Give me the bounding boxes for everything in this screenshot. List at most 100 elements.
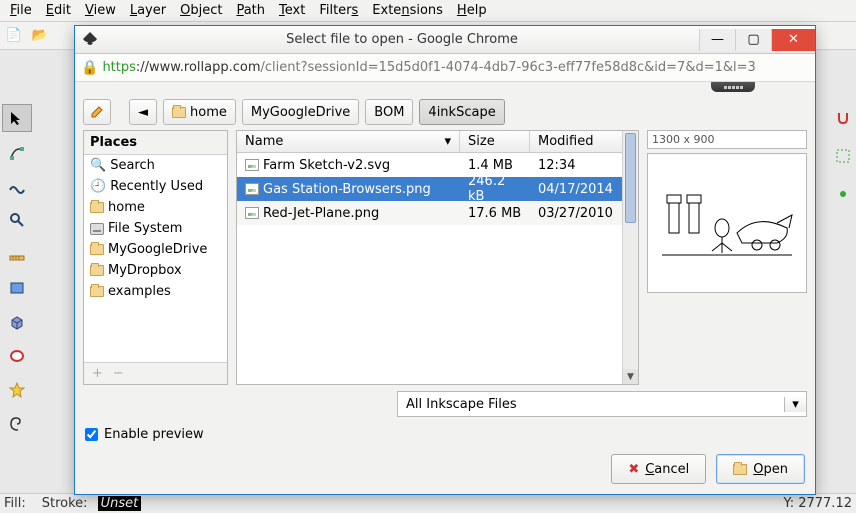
enable-preview-label: Enable preview bbox=[104, 427, 204, 442]
folder-icon bbox=[90, 244, 104, 255]
place-examples[interactable]: examples bbox=[84, 281, 227, 302]
path-toolbar: ◄ home MyGoogleDrive BOM 4inkScape bbox=[75, 94, 815, 130]
open-button[interactable]: OOpenpen bbox=[716, 454, 805, 484]
place-filesystem[interactable]: File System bbox=[84, 218, 227, 239]
menu-layer[interactable]: Layer bbox=[124, 1, 172, 20]
stroke-value: Unset bbox=[98, 496, 142, 511]
file-row[interactable]: Farm Sketch-v2.svg 1.4 MB 12:34 bbox=[237, 153, 622, 177]
titlebar[interactable]: Select file to open - Google Chrome — ▢ … bbox=[75, 26, 815, 54]
add-bookmark-icon[interactable]: + bbox=[92, 366, 103, 381]
coord-label: Y: 2777.12 bbox=[784, 496, 853, 511]
enable-preview-checkbox[interactable] bbox=[85, 428, 98, 441]
toolbox bbox=[0, 100, 36, 442]
disk-icon bbox=[90, 223, 104, 235]
image-icon bbox=[245, 183, 259, 195]
path-back-button[interactable]: ◄ bbox=[129, 99, 157, 125]
tool-node[interactable] bbox=[2, 138, 32, 166]
fill-label: Fill: bbox=[4, 496, 26, 511]
preview-panel: 1300 x 900 bbox=[647, 130, 807, 385]
tool-zoom[interactable] bbox=[2, 206, 32, 234]
file-list-header[interactable]: Name ▾ Size Modified bbox=[237, 131, 622, 153]
sort-indicator-icon: ▾ bbox=[444, 134, 451, 149]
file-list: Name ▾ Size Modified Farm Sketch-v2.svg 1… bbox=[236, 130, 639, 385]
file-row[interactable]: Red-Jet-Plane.png 17.6 MB 03/27/2010 bbox=[237, 201, 622, 225]
dialog-title: Select file to open - Google Chrome bbox=[105, 32, 699, 47]
folder-icon bbox=[90, 265, 104, 276]
path-home-button[interactable]: home bbox=[163, 99, 236, 125]
chevron-down-icon[interactable]: ▾ bbox=[784, 397, 806, 412]
address-bar[interactable]: 🔒 https://www.rollapp.com/client?session… bbox=[75, 54, 815, 82]
stroke-label: Stroke: bbox=[42, 496, 88, 511]
edit-path-icon[interactable] bbox=[83, 99, 111, 125]
places-footer: + − bbox=[84, 362, 227, 384]
tool-star[interactable] bbox=[2, 376, 32, 404]
tool-spiral[interactable] bbox=[2, 410, 32, 438]
folder-icon bbox=[90, 202, 104, 213]
tool-selector[interactable] bbox=[2, 104, 32, 132]
folder-icon bbox=[90, 286, 104, 297]
image-icon bbox=[245, 159, 259, 171]
lock-icon: 🔒 bbox=[81, 60, 98, 76]
place-recent[interactable]: 🕘Recently Used bbox=[84, 176, 227, 197]
snap-toolbar bbox=[826, 100, 856, 212]
column-size[interactable]: Size bbox=[460, 131, 530, 152]
place-search[interactable]: 🔍Search bbox=[84, 155, 227, 176]
url-text: https://www.rollapp.com/client?sessionId… bbox=[102, 60, 755, 75]
tool-tweak[interactable] bbox=[2, 172, 32, 200]
places-header: Places bbox=[84, 131, 227, 155]
file-open-dialog: Select file to open - Google Chrome — ▢ … bbox=[74, 25, 816, 495]
menu-text[interactable]: Text bbox=[273, 1, 311, 20]
app-menubar: FFileile Edit View Layer Object Path Tex… bbox=[0, 0, 856, 22]
menu-view[interactable]: View bbox=[79, 1, 122, 20]
open-doc-icon[interactable]: 📂 bbox=[30, 26, 50, 46]
minimize-button[interactable]: — bbox=[699, 29, 735, 51]
tool-measure[interactable] bbox=[2, 240, 32, 268]
dialog-buttons: ✖ CCancelancel OOpenpen bbox=[75, 446, 815, 494]
menu-filters[interactable]: Filters bbox=[313, 1, 364, 20]
filter-text: All Inkscape Files bbox=[398, 397, 784, 412]
place-mydropbox[interactable]: MyDropbox bbox=[84, 260, 227, 281]
status-bar: Fill: Stroke: Unset Y: 2777.12 bbox=[0, 493, 856, 513]
search-icon: 🔍 bbox=[90, 158, 106, 173]
path-crumb-4inkscape[interactable]: 4inkScape bbox=[419, 99, 504, 125]
path-crumb-bom[interactable]: BOM bbox=[365, 99, 413, 125]
tool-3dbox[interactable] bbox=[2, 308, 32, 336]
remove-bookmark-icon[interactable]: − bbox=[113, 366, 124, 381]
snap-node-icon[interactable] bbox=[828, 180, 856, 208]
new-doc-icon[interactable]: 📄 bbox=[4, 26, 24, 46]
column-name[interactable]: Name bbox=[245, 134, 283, 149]
place-home[interactable]: home bbox=[84, 197, 227, 218]
scroll-down-icon[interactable]: ▼ bbox=[623, 369, 638, 384]
place-mygoogledrive[interactable]: MyGoogleDrive bbox=[84, 239, 227, 260]
preview-toggle-row: Enable preview bbox=[75, 423, 815, 446]
dialog-body: Places 🔍Search 🕘Recently Used home File … bbox=[75, 130, 815, 385]
window-buttons: — ▢ ✕ bbox=[699, 29, 815, 51]
preview-dimensions: 1300 x 900 bbox=[647, 130, 807, 149]
cancel-icon: ✖ bbox=[628, 462, 639, 477]
tool-ellipse[interactable] bbox=[2, 342, 32, 370]
preview-thumbnail bbox=[647, 153, 807, 293]
menu-file[interactable]: FFileile bbox=[4, 1, 38, 20]
scroll-thumb[interactable] bbox=[625, 133, 636, 223]
maximize-button[interactable]: ▢ bbox=[735, 29, 771, 51]
menu-extensions[interactable]: Extensions bbox=[366, 1, 449, 20]
inkscape-icon bbox=[81, 31, 99, 49]
image-icon bbox=[245, 207, 259, 219]
snap-bbox-icon[interactable] bbox=[828, 142, 856, 170]
menu-object[interactable]: Object bbox=[174, 1, 228, 20]
file-row[interactable]: Gas Station-Browsers.png 246.2 kB 04/17/… bbox=[237, 177, 622, 201]
recent-icon: 🕘 bbox=[90, 179, 106, 194]
path-crumb-mygoogledrive[interactable]: MyGoogleDrive bbox=[242, 99, 359, 125]
column-modified[interactable]: Modified bbox=[530, 131, 622, 152]
file-type-filter[interactable]: All Inkscape Files ▾ bbox=[397, 391, 807, 417]
cancel-button[interactable]: ✖ CCancelancel bbox=[611, 454, 706, 484]
menu-help[interactable]: Help bbox=[451, 1, 493, 20]
tool-rect[interactable] bbox=[2, 274, 32, 302]
scrollbar[interactable]: ▼ bbox=[622, 131, 638, 384]
menu-edit[interactable]: Edit bbox=[40, 1, 77, 20]
menu-path[interactable]: Path bbox=[230, 1, 271, 20]
places-panel: Places 🔍Search 🕘Recently Used home File … bbox=[83, 130, 228, 385]
filter-row: All Inkscape Files ▾ bbox=[75, 385, 815, 423]
close-button[interactable]: ✕ bbox=[771, 29, 815, 51]
snap-icon[interactable] bbox=[828, 104, 856, 132]
